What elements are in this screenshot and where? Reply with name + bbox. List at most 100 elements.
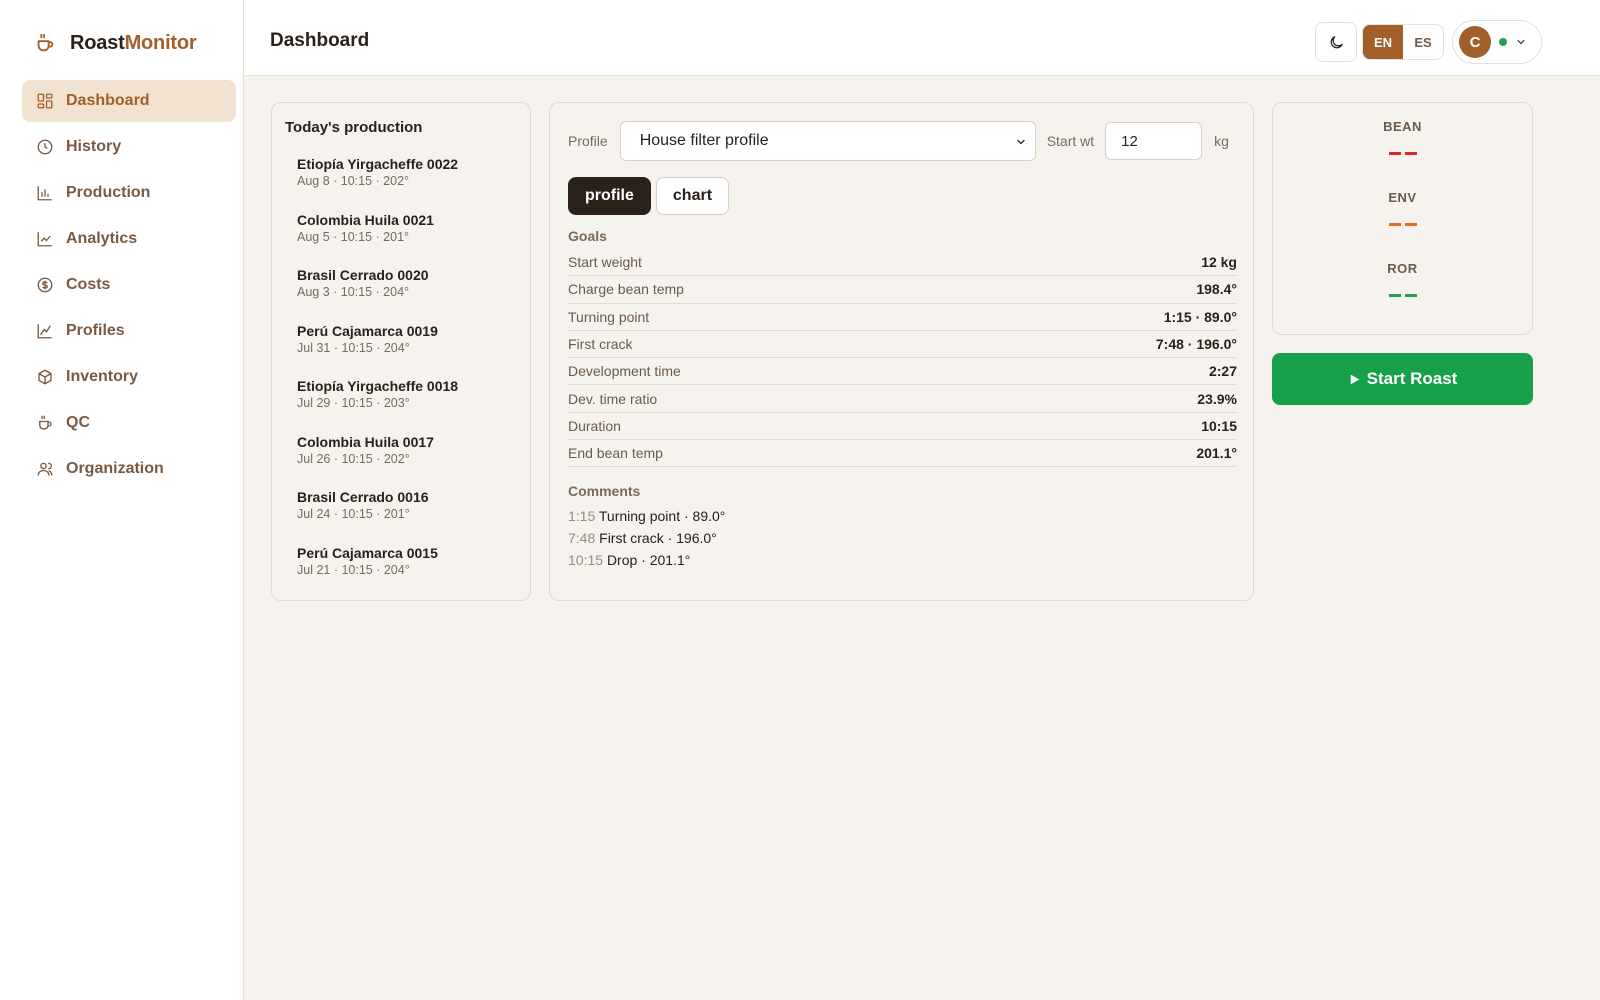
production-item-name: Etiopía Yirgacheffe 0022 bbox=[297, 156, 459, 172]
table-row: End bean temp 201.1° bbox=[568, 440, 1237, 468]
production-item-meta: Aug 3 · 10:15 · 204° bbox=[297, 285, 410, 299]
table-row: First crack 7:48 · 196.0° bbox=[568, 331, 1237, 359]
comment-text: Turning point · 89.0° bbox=[598, 508, 726, 524]
list-item[interactable]: Brasil Cerrado 0020 Aug 3 · 10:15 · 204° bbox=[297, 266, 522, 322]
box-icon bbox=[38, 369, 52, 385]
goal-value: 7:48 · 196.0° bbox=[1155, 336, 1237, 353]
list-item[interactable]: Perú Cajamarca 0019 Jul 31 · 10:15 · 204… bbox=[297, 322, 522, 378]
chevron-down-icon bbox=[1017, 139, 1025, 145]
goals-title: Goals bbox=[568, 228, 607, 244]
goal-value: 1:15 · 89.0° bbox=[1163, 308, 1237, 325]
goal-value: 201.1° bbox=[1196, 445, 1237, 462]
sidebar: RoastMonitor Dashboard History Productio… bbox=[0, 0, 244, 1000]
sidebar-item-profiles[interactable]: Profiles bbox=[22, 310, 236, 352]
table-row: Turning point 1:15 · 89.0° bbox=[568, 304, 1237, 331]
trend-icon bbox=[37, 324, 52, 339]
goal-label: Development time bbox=[568, 363, 681, 380]
sidebar-item-label: Inventory bbox=[66, 368, 139, 385]
production-item-name: Brasil Cerrado 0016 bbox=[297, 489, 429, 505]
list-item[interactable]: Colombia Huila 0017 Jul 26 · 10:15 · 202… bbox=[297, 433, 522, 489]
list-item[interactable]: Colombia Huila 0021 Aug 5 · 10:15 · 201° bbox=[297, 211, 522, 267]
production-item-meta: Aug 8 · 10:15 · 202° bbox=[297, 174, 410, 188]
sidebar-item-production[interactable]: Production bbox=[22, 172, 236, 214]
table-row: Dev. time ratio 23.9% bbox=[568, 385, 1237, 413]
list-item[interactable]: Brasil Cerrado 0016 Jul 24 · 10:15 · 201… bbox=[297, 488, 522, 544]
goal-label: Start weight bbox=[568, 254, 642, 271]
goal-label: Turning point bbox=[568, 308, 650, 325]
comment-item: 7:48 First crack · 196.0° bbox=[568, 527, 725, 549]
moon-icon bbox=[1330, 35, 1343, 48]
production-item-name: Perú Cajamarca 0015 bbox=[297, 544, 438, 561]
goal-label: First crack bbox=[568, 336, 633, 353]
user-menu-button[interactable]: C bbox=[1452, 20, 1542, 64]
sidebar-item-label: Profiles bbox=[66, 322, 125, 339]
list-item[interactable]: Etiopía Yirgacheffe 0018 Jul 29 · 10:15 … bbox=[297, 377, 522, 433]
comment-time: 1:15 bbox=[568, 508, 596, 524]
comment-item: 1:15 Turning point · 89.0° bbox=[568, 505, 725, 527]
production-item-name: Colombia Huila 0021 bbox=[297, 211, 434, 228]
readout-value bbox=[1273, 152, 1532, 155]
comment-time: 7:48 bbox=[568, 530, 596, 546]
dollar-icon bbox=[37, 277, 53, 293]
live-readings-card: BEAN ENV ROR bbox=[1272, 102, 1533, 335]
line-chart-icon bbox=[37, 232, 52, 247]
sidebar-item-label: Production bbox=[66, 184, 151, 201]
sidebar-item-label: Analytics bbox=[66, 230, 138, 247]
production-item-name: Etiopía Yirgacheffe 0018 bbox=[297, 378, 459, 394]
comment-time: 10:15 bbox=[568, 552, 604, 568]
sidebar-item-organization[interactable]: Organization bbox=[22, 448, 236, 490]
production-item-name: Colombia Huila 0017 bbox=[297, 433, 434, 450]
lang-en-button[interactable]: EN bbox=[1363, 25, 1403, 59]
table-row: Development time 2:27 bbox=[568, 358, 1237, 386]
sidebar-item-label: Dashboard bbox=[66, 92, 150, 109]
sidebar-item-costs[interactable]: Costs bbox=[22, 264, 236, 306]
sidebar-item-label: Costs bbox=[66, 276, 111, 293]
online-status-dot bbox=[1499, 38, 1507, 46]
sidebar-item-history[interactable]: History bbox=[22, 126, 236, 168]
goals-table: Start weight 12 kg Charge bean temp 198.4°… bbox=[568, 249, 1237, 468]
production-item-meta: Jul 21 · 10:15 · 204° bbox=[297, 562, 410, 577]
readout-label: BEAN bbox=[1383, 119, 1422, 134]
goal-value: 23.9% bbox=[1197, 390, 1237, 407]
cup-icon bbox=[39, 415, 52, 430]
list-item[interactable]: Perú Cajamarca 0015 Jul 21 · 10:15 · 204… bbox=[297, 544, 522, 600]
lang-es-button[interactable]: ES bbox=[1403, 25, 1443, 59]
brand-name-part1: Roast bbox=[70, 31, 125, 54]
sidebar-item-inventory[interactable]: Inventory bbox=[22, 356, 236, 398]
production-item-name: Brasil Cerrado 0020 bbox=[297, 267, 429, 283]
list-item[interactable]: Etiopía Yirgacheffe 0022 Aug 8 · 10:15 ·… bbox=[297, 155, 522, 211]
production-item-meta: Aug 5 · 10:15 · 201° bbox=[297, 229, 410, 244]
theme-toggle-button[interactable] bbox=[1315, 22, 1357, 62]
readout-label: ENV bbox=[1388, 190, 1417, 205]
sidebar-item-qc[interactable]: QC bbox=[22, 402, 236, 444]
start-weight-input[interactable] bbox=[1105, 122, 1203, 160]
sidebar-item-dashboard[interactable]: Dashboard bbox=[22, 80, 236, 122]
sidebar-item-label: History bbox=[66, 138, 122, 155]
goal-label: End bean temp bbox=[568, 445, 663, 462]
readout-value bbox=[1273, 223, 1532, 226]
profile-label: Profile bbox=[568, 133, 608, 149]
clock-icon bbox=[37, 139, 53, 155]
sidebar-item-analytics[interactable]: Analytics bbox=[22, 218, 236, 260]
goal-value: 10:15 bbox=[1201, 417, 1237, 434]
roast-profile-card: Profile House filter profile Start wt kg… bbox=[549, 102, 1254, 601]
production-list: Etiopía Yirgacheffe 0022 Aug 8 · 10:15 ·… bbox=[297, 155, 522, 599]
comment-item: 10:15 Drop · 201.1° bbox=[568, 549, 725, 571]
brand-name-part2: Monitor bbox=[124, 31, 197, 54]
table-row: Start weight 12 kg bbox=[568, 249, 1237, 277]
tab-profile[interactable]: profile bbox=[568, 177, 651, 215]
brand-logo[interactable]: RoastMonitor bbox=[34, 28, 197, 58]
readout-value bbox=[1273, 294, 1532, 297]
bar-chart-icon bbox=[37, 186, 52, 201]
view-tabs: profile chart bbox=[568, 177, 730, 215]
tab-chart[interactable]: chart bbox=[655, 177, 730, 215]
profile-select[interactable]: House filter profile bbox=[619, 121, 1036, 161]
table-row: Duration 10:15 bbox=[568, 413, 1237, 441]
start-weight-label: Start wt bbox=[1046, 133, 1095, 149]
goal-label: Charge bean temp bbox=[568, 281, 684, 298]
table-row: Charge bean temp 198.4° bbox=[568, 276, 1237, 304]
goal-value: 198.4° bbox=[1196, 281, 1237, 298]
start-roast-button[interactable]: Start Roast bbox=[1272, 353, 1533, 405]
production-title: Today's production bbox=[285, 119, 423, 136]
start-roast-label: Start Roast bbox=[1366, 369, 1458, 388]
